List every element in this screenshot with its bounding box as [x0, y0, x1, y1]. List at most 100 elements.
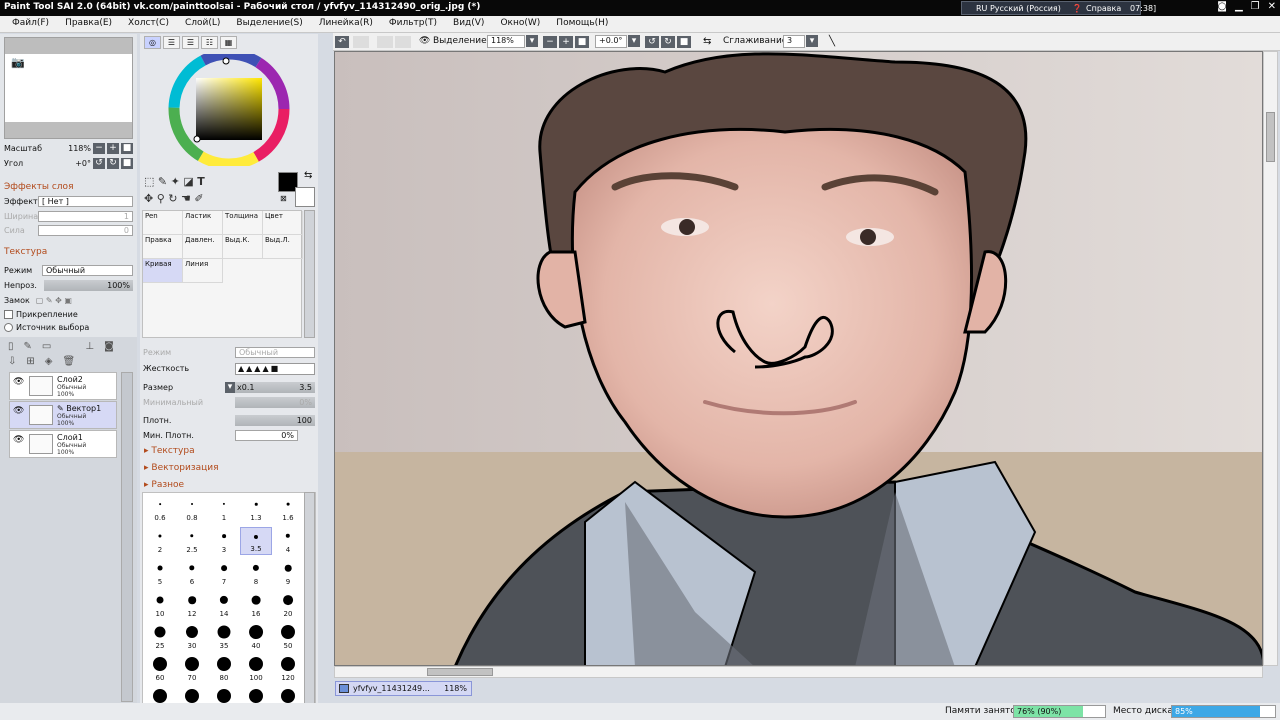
tool-select-stroke[interactable]: Выд.К.: [223, 235, 263, 259]
zoom-out-button[interactable]: −: [543, 36, 557, 48]
language-indicator[interactable]: RU Русский (Россия): [976, 4, 1061, 13]
zoom-reset-button[interactable]: ■: [575, 36, 589, 48]
new-vector-layer-icon[interactable]: ✎: [24, 341, 32, 353]
document-tab[interactable]: yfvfyv_11431249... 118%: [335, 681, 472, 696]
selection-toggle-label[interactable]: Выделение: [433, 36, 487, 46]
close-icon[interactable]: ✕: [1268, 1, 1276, 15]
eye-icon[interactable]: 👁: [13, 435, 24, 445]
horizontal-scroll-thumb[interactable]: [427, 668, 493, 676]
brush-size-cell[interactable]: 1: [208, 495, 240, 523]
menu-edit[interactable]: Правка(E): [57, 16, 120, 32]
zoom-out-button[interactable]: −: [93, 142, 105, 154]
opacity-slider[interactable]: 100%: [44, 279, 133, 291]
merge-down-icon[interactable]: ⇩: [8, 356, 16, 368]
brush-size-cell[interactable]: 2.5: [176, 527, 208, 555]
undo-button[interactable]: ↶: [335, 36, 349, 48]
brush-size-cell[interactable]: 70: [176, 655, 208, 683]
clip-checkbox[interactable]: [4, 309, 13, 319]
size-dropdown-button[interactable]: ▾: [225, 382, 235, 393]
brush-size-cell[interactable]: 7: [208, 559, 240, 587]
tool-eraser[interactable]: Ластик: [183, 211, 223, 235]
smoothing-dropdown[interactable]: ▾: [806, 35, 818, 47]
menu-view[interactable]: Вид(V): [445, 16, 492, 32]
brush-size-cell[interactable]: 0.6: [144, 495, 176, 523]
deselect-button[interactable]: [377, 36, 393, 48]
new-layer-icon[interactable]: ▯: [8, 341, 14, 353]
redo-button[interactable]: [353, 36, 369, 48]
brush-size-cell[interactable]: 60: [144, 655, 176, 683]
layer-mode-select[interactable]: Обычный: [42, 264, 133, 276]
rotate-reset-button[interactable]: ■: [677, 36, 691, 48]
zoom-in-button[interactable]: +: [559, 36, 573, 48]
brush-size-cell[interactable]: 2: [144, 527, 176, 555]
menu-layer[interactable]: Слой(L): [177, 16, 228, 32]
magic-wand-icon[interactable]: ✦: [171, 175, 180, 188]
scale-value[interactable]: 118%: [68, 144, 91, 153]
rotate-icon[interactable]: ↻: [168, 192, 177, 205]
brush-size-cell[interactable]: 16: [240, 591, 272, 619]
menu-file[interactable]: Файл(F): [4, 16, 57, 32]
rotate-left-button[interactable]: ↺: [645, 36, 659, 48]
menu-ruler[interactable]: Линейка(R): [311, 16, 381, 32]
layer-scrollbar[interactable]: [121, 372, 133, 702]
layer-effects-title[interactable]: Эффекты слоя: [4, 182, 73, 192]
angle-dropdown[interactable]: ▾: [628, 35, 640, 47]
text-tool-icon[interactable]: T: [197, 175, 205, 188]
brush-size-cell[interactable]: 100: [240, 655, 272, 683]
canvas[interactable]: [334, 51, 1263, 666]
zoom-dropdown[interactable]: ▾: [526, 35, 538, 47]
brush-size-cell[interactable]: 4: [272, 527, 304, 555]
tool-scrollbar[interactable]: [304, 210, 315, 338]
help-icon[interactable]: ❓: [1072, 4, 1082, 13]
menu-canvas[interactable]: Холст(C): [120, 16, 177, 32]
rotate-reset-button[interactable]: ■: [121, 157, 133, 169]
tool-curve[interactable]: Кривая: [143, 259, 183, 283]
texture-section[interactable]: Текстура: [4, 247, 47, 257]
brush-size-cell[interactable]: 12: [176, 591, 208, 619]
brush-size-cell[interactable]: 3: [208, 527, 240, 555]
mask-icon[interactable]: ◙: [104, 341, 114, 353]
strength-field[interactable]: 0: [38, 224, 133, 236]
brush-scrollbar[interactable]: [304, 492, 315, 720]
menu-selection[interactable]: Выделение(S): [228, 16, 310, 32]
camera-icon[interactable]: ◙: [1217, 1, 1227, 15]
tool-mode-select[interactable]: Обычный: [235, 347, 315, 358]
vertical-scroll-thumb[interactable]: [1266, 112, 1275, 162]
tool-pressure[interactable]: Давлен.: [183, 235, 223, 259]
zoom-reset-button[interactable]: ■: [121, 142, 133, 154]
layer-item-selected[interactable]: 👁 ✎ Вектор1 Обычный 100%: [9, 401, 117, 429]
rotate-right-button[interactable]: ↻: [107, 157, 119, 169]
smoothing-select[interactable]: 3: [783, 35, 805, 48]
tool-select-line[interactable]: Выд.Л.: [263, 235, 303, 259]
width-field[interactable]: 1: [38, 210, 133, 222]
brush-size-cell[interactable]: 6: [176, 559, 208, 587]
bucket-icon[interactable]: ◪: [183, 175, 193, 188]
zoom-in-button[interactable]: +: [107, 142, 119, 154]
brush-size-cell[interactable]: 14: [208, 591, 240, 619]
brush-size-cell[interactable]: 40: [240, 623, 272, 651]
brush-size-cell[interactable]: 1.6: [272, 495, 304, 523]
brush-size-cell[interactable]: 1.3: [240, 495, 272, 523]
swap-colors-icon[interactable]: ⇆: [304, 170, 312, 181]
tool-thickness[interactable]: Толщина: [223, 211, 263, 235]
zoom-select[interactable]: 118%: [487, 35, 525, 48]
ruler-icon[interactable]: ⊥: [85, 341, 94, 353]
menu-help[interactable]: Помощь(H): [548, 16, 616, 32]
min-density-field[interactable]: 0%: [235, 430, 298, 441]
scratchpad-tab[interactable]: ▦: [220, 36, 237, 49]
secondary-color[interactable]: [295, 187, 315, 207]
menu-filter[interactable]: Фильтр(T): [381, 16, 445, 32]
vertical-scrollbar[interactable]: [1263, 51, 1278, 666]
minimize-icon[interactable]: ▁: [1235, 1, 1243, 15]
min-size-slider[interactable]: 0%: [235, 397, 315, 408]
density-slider[interactable]: 100: [235, 415, 315, 426]
new-folder-icon[interactable]: ▭: [42, 341, 51, 353]
tool-color[interactable]: Цвет: [263, 211, 303, 235]
eye-icon[interactable]: 👁: [13, 406, 24, 416]
brush-size-cell[interactable]: 120: [272, 655, 304, 683]
invert-selection-button[interactable]: [395, 36, 411, 48]
layer-item[interactable]: 👁 Слой1 Обычный 100%: [9, 430, 117, 458]
rotate-left-button[interactable]: ↺: [93, 157, 105, 169]
misc-section[interactable]: ▸ Разное: [144, 480, 184, 490]
hand-icon[interactable]: ☚: [181, 192, 191, 205]
